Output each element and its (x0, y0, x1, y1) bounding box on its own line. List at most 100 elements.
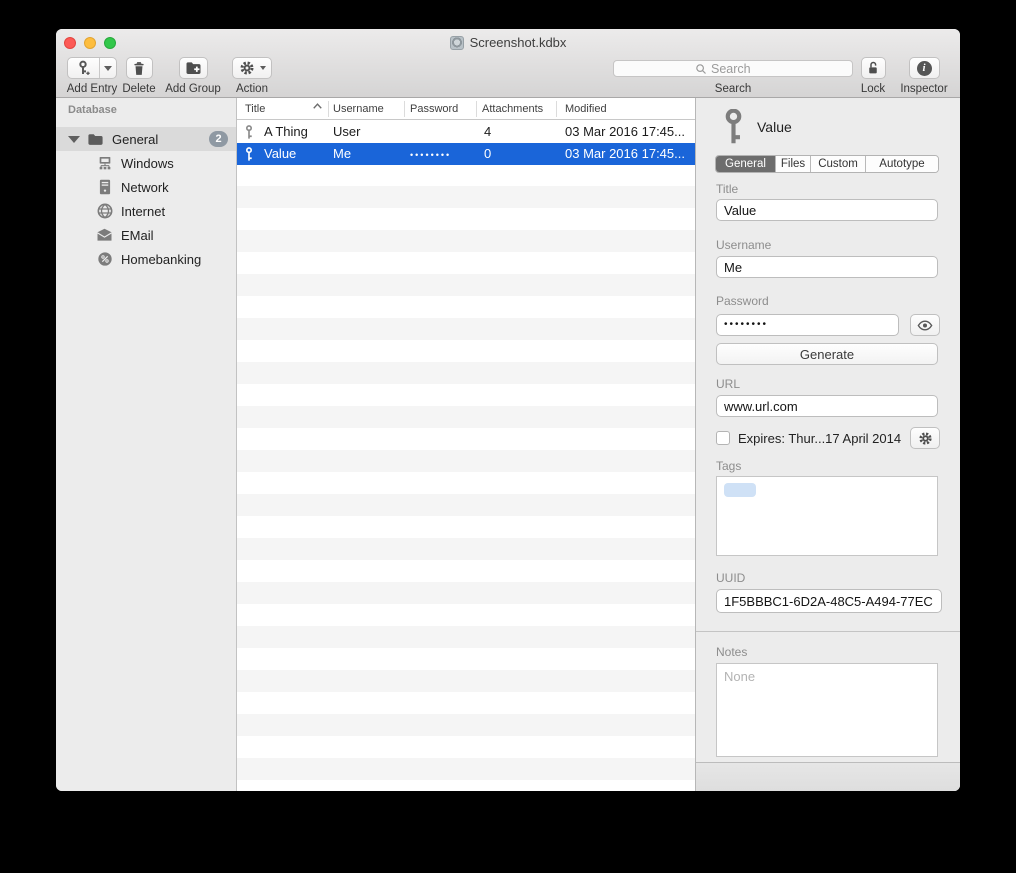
entry-count-badge: 2 (209, 131, 228, 147)
action-button[interactable] (232, 57, 272, 79)
globe-icon (96, 203, 113, 220)
inspector-panel: Value General Files Custom Autotype Titl… (695, 98, 960, 791)
key-plus-icon (68, 60, 99, 76)
column-header-title[interactable]: Title (245, 98, 265, 120)
password-field-label: Password (716, 294, 769, 308)
column-divider[interactable] (404, 101, 405, 117)
title-field[interactable] (716, 199, 938, 221)
entry-key-icon (722, 109, 745, 146)
cell-modified: 03 Mar 2016 17:45... (565, 121, 685, 143)
sidebar-item-label: Internet (121, 204, 165, 219)
desktop-background: Screenshot.kdbx Add Entry (0, 0, 1016, 873)
sidebar-item-label: Homebanking (121, 252, 201, 267)
inspector-button[interactable]: i (909, 57, 940, 79)
entry-title: Value (757, 119, 792, 135)
expires-label: Expires: Thur...17 April 2014 (738, 431, 901, 446)
server-icon (96, 179, 113, 196)
tab-autotype[interactable]: Autotype (866, 156, 938, 172)
disclosure-triangle-icon[interactable] (68, 136, 80, 143)
sidebar-item-windows[interactable]: Windows (56, 151, 236, 175)
notes-field[interactable] (716, 663, 938, 757)
table-row[interactable]: A Thing User 4 03 Mar 2016 17:45... (237, 121, 695, 143)
title-field-label: Title (716, 182, 738, 196)
delete-button[interactable] (126, 57, 153, 79)
cell-username: Me (333, 143, 351, 165)
generate-password-button[interactable]: Generate (716, 343, 938, 365)
group-sidebar: Database General 2 Windows (56, 98, 237, 791)
add-entry-button[interactable] (67, 57, 117, 79)
info-icon: i (917, 61, 932, 76)
document-icon (450, 36, 464, 50)
column-divider[interactable] (556, 101, 557, 117)
uuid-field-label: UUID (716, 571, 745, 585)
table-row-selected[interactable]: Value Me •••••••• 0 03 Mar 2016 17:45... (237, 143, 695, 165)
inspector-footer (696, 762, 960, 791)
sidebar-item-email[interactable]: EMail (56, 223, 236, 247)
add-group-button[interactable] (179, 57, 208, 79)
expires-checkbox[interactable] (716, 431, 730, 445)
sidebar-item-homebanking[interactable]: Homebanking (56, 247, 236, 271)
column-divider[interactable] (328, 101, 329, 117)
window-title: Screenshot.kdbx (470, 35, 567, 50)
key-icon (244, 147, 254, 162)
cell-password: •••••••• (410, 143, 451, 165)
username-field[interactable] (716, 256, 938, 278)
column-header-username[interactable]: Username (333, 98, 384, 120)
envelope-icon (96, 227, 113, 244)
sidebar-item-label: Network (121, 180, 169, 195)
cell-attachments: 0 (484, 143, 491, 165)
url-field-label: URL (716, 377, 740, 391)
key-icon (244, 125, 254, 140)
tag-pill[interactable] (724, 483, 756, 497)
sidebar-item-network[interactable]: Network (56, 175, 236, 199)
action-label: Action (236, 83, 268, 95)
search-icon (695, 63, 707, 75)
column-header-password[interactable]: Password (410, 98, 458, 120)
cell-username: User (333, 121, 360, 143)
chevron-down-icon (104, 66, 112, 71)
chevron-down-icon (260, 66, 266, 70)
tab-files[interactable]: Files (776, 156, 811, 172)
notes-field-label: Notes (716, 645, 747, 659)
generate-label: Generate (800, 347, 854, 362)
lock-open-icon (866, 61, 880, 76)
section-divider (696, 631, 960, 632)
username-field-label: Username (716, 238, 771, 252)
reveal-password-button[interactable] (910, 314, 940, 336)
folder-plus-icon (185, 61, 202, 75)
folder-icon (87, 133, 104, 146)
tab-custom[interactable]: Custom (811, 156, 866, 172)
eye-icon (917, 320, 933, 331)
uuid-field[interactable] (716, 589, 942, 613)
windows-network-icon (96, 155, 113, 172)
gear-icon (239, 60, 255, 76)
column-divider[interactable] (476, 101, 477, 117)
sidebar-item-label: General (112, 132, 158, 147)
cell-title: A Thing (264, 121, 308, 143)
tab-general[interactable]: General (716, 156, 776, 172)
sidebar-item-internet[interactable]: Internet (56, 199, 236, 223)
add-entry-dropdown[interactable] (100, 66, 116, 71)
entry-table: Title Username Password Attachments Modi… (237, 98, 695, 791)
search-input-wrap[interactable] (613, 60, 853, 77)
search-input[interactable] (711, 62, 771, 76)
cell-attachments: 4 (484, 121, 491, 143)
sidebar-item-general[interactable]: General 2 (56, 127, 236, 151)
search-label: Search (715, 83, 751, 95)
window-title-area: Screenshot.kdbx (56, 35, 960, 53)
column-header-attachments[interactable]: Attachments (482, 98, 543, 120)
cell-title: Value (264, 143, 296, 165)
sidebar-section-header: Database (68, 104, 117, 116)
add-entry-label: Add Entry (67, 83, 118, 95)
column-header-modified[interactable]: Modified (565, 98, 607, 120)
sidebar-item-label: EMail (121, 228, 154, 243)
lock-button[interactable] (861, 57, 886, 79)
table-header: Title Username Password Attachments Modi… (237, 98, 695, 120)
app-window: Screenshot.kdbx Add Entry (56, 29, 960, 791)
password-field[interactable] (716, 314, 899, 336)
add-group-label: Add Group (165, 83, 221, 95)
tags-field[interactable] (716, 476, 938, 556)
url-field[interactable] (716, 395, 938, 417)
gear-icon (918, 431, 933, 446)
expires-settings-button[interactable] (910, 427, 940, 449)
